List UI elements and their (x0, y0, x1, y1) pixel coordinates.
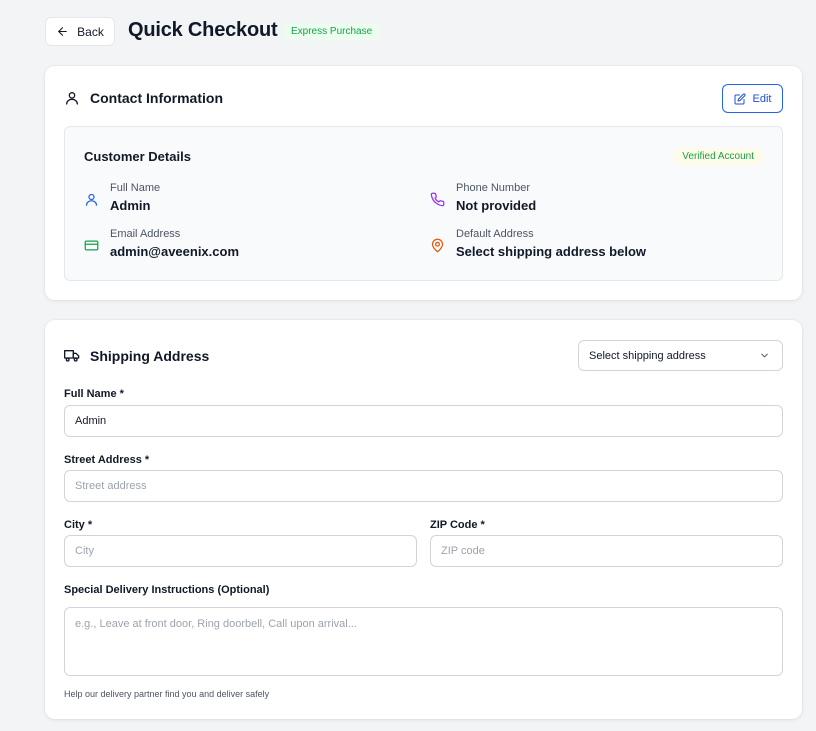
delivery-hint: Help our delivery partner find you and d… (64, 689, 270, 699)
user-icon (66, 92, 78, 105)
chevron-down-icon (761, 353, 768, 358)
email-value: admin@aveenix.com (110, 244, 240, 259)
checkout-page: Back Quick Checkout Express Purchase Con… (0, 0, 816, 731)
info-default-address: Default Address Select shipping address … (430, 227, 646, 263)
zip-code-input[interactable] (430, 535, 783, 567)
full-name-field-label: Full Name * (64, 388, 124, 400)
default-address-label: Default Address (456, 228, 534, 240)
map-pin-icon (431, 238, 444, 252)
verified-badge: Verified Account (673, 148, 763, 165)
phone-icon (430, 192, 445, 206)
default-address-value: Select shipping address below (456, 244, 646, 259)
edit-icon (734, 92, 746, 104)
truck-icon (64, 350, 80, 362)
arrow-left-icon (58, 27, 67, 36)
contact-section-title: Contact Information (90, 90, 223, 106)
info-email: Email Address admin@aveenix.com (84, 227, 239, 263)
customer-details-title: Customer Details (84, 149, 191, 164)
full-name-value: Admin (110, 198, 151, 213)
shipping-address-select-label: Select shipping address (589, 349, 706, 362)
street-address-input[interactable] (64, 470, 783, 502)
page-title: Quick Checkout (128, 19, 278, 41)
customer-details-box: Customer Details Verified Account Full N… (64, 126, 783, 281)
phone-value: Not provided (456, 198, 537, 213)
shipping-section-header: Shipping Address (64, 348, 209, 364)
credit-card-icon (84, 240, 99, 250)
full-name-label: Full Name (110, 182, 161, 194)
shipping-address-select[interactable]: Select shipping address (578, 340, 783, 371)
email-label: Email Address (110, 228, 181, 240)
shipping-card: Shipping Address Select shipping address… (45, 320, 802, 719)
back-label: Back (77, 24, 104, 39)
full-name-input[interactable] (64, 405, 783, 437)
city-field-label: City * (64, 519, 93, 531)
contact-section-header: Contact Information (64, 90, 223, 106)
street-address-field-label: Street Address * (64, 454, 150, 466)
delivery-instructions-textarea[interactable] (64, 607, 783, 676)
info-phone: Phone Number Not provided (430, 181, 536, 217)
info-full-name: Full Name Admin (84, 181, 160, 217)
user-icon (85, 193, 98, 206)
express-badge: Express Purchase (282, 23, 382, 40)
edit-contact-button[interactable]: Edit (722, 84, 783, 113)
phone-label: Phone Number (456, 182, 530, 194)
back-button[interactable]: Back (45, 17, 115, 46)
delivery-instructions-label: Special Delivery Instructions (Optional) (64, 584, 270, 596)
zip-code-field-label: ZIP Code * (430, 519, 485, 531)
edit-label: Edit (752, 92, 772, 105)
contact-card: Contact Information Edit Customer Detail… (45, 66, 802, 300)
city-input[interactable] (64, 535, 417, 567)
shipping-section-title: Shipping Address (90, 348, 210, 364)
